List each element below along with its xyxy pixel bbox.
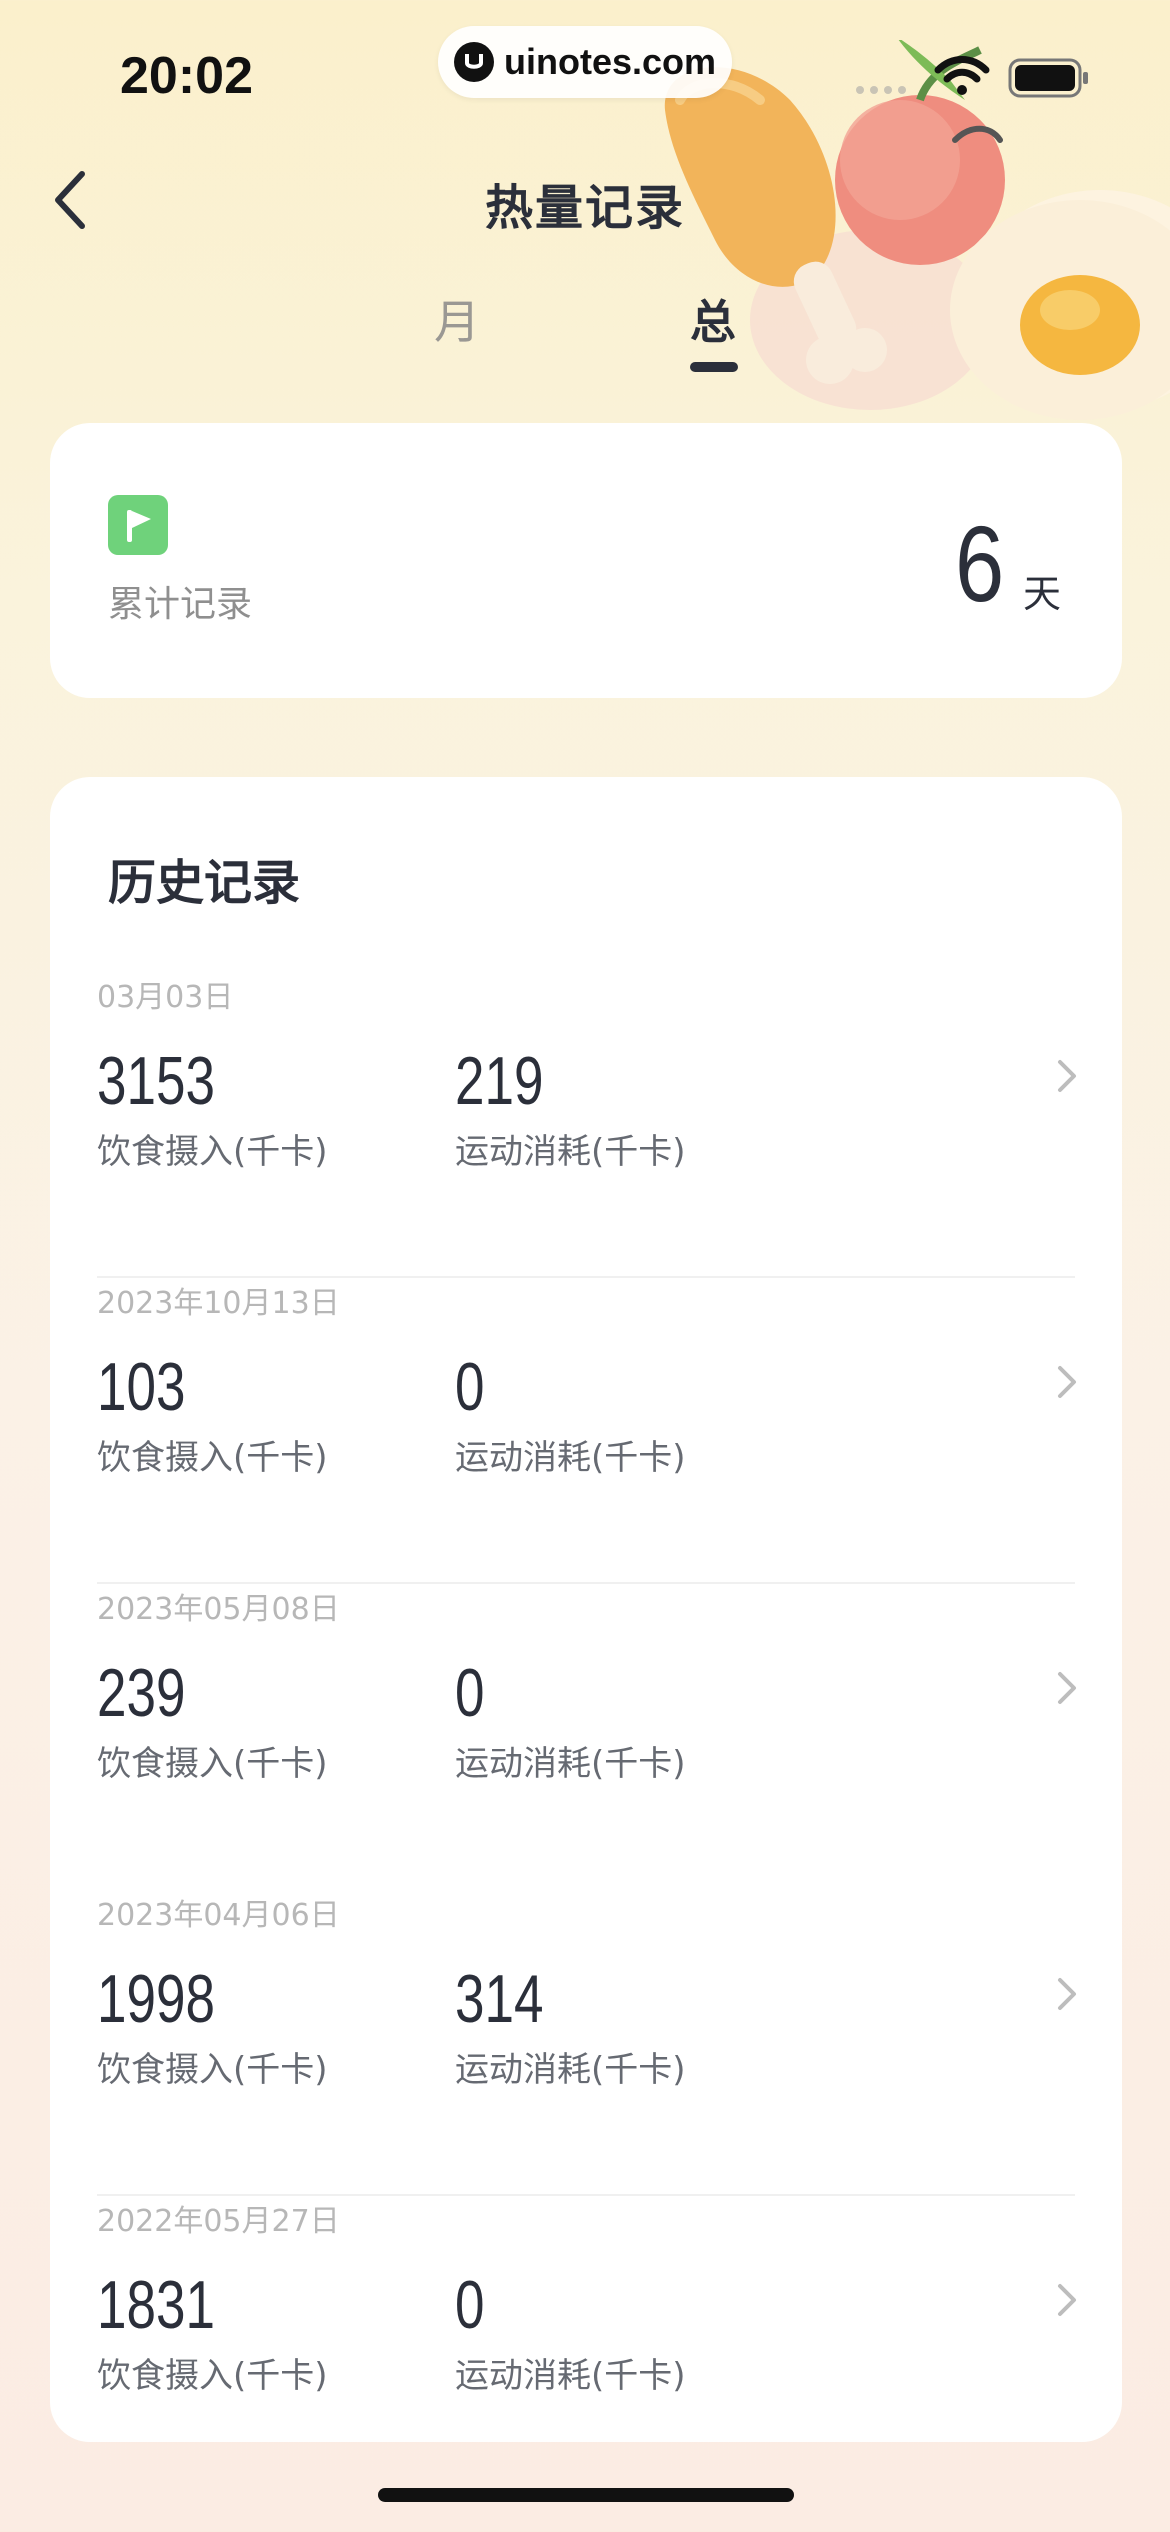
record-date: 2023年04月06日: [97, 1898, 340, 1933]
burn-value: 314: [455, 1961, 544, 2037]
burn-value: 219: [455, 1043, 544, 1119]
cumulative-days-value: 6: [955, 503, 1004, 624]
watermark-pill: uinotes.com: [438, 26, 732, 98]
status-bar: 20:02 uinotes.com: [0, 0, 1170, 140]
page-title: 热量记录: [484, 180, 685, 236]
intake-label: 饮食摄入(千卡): [97, 1132, 328, 1172]
burn-value: 0: [455, 2267, 485, 2343]
burn-value: 0: [455, 1349, 485, 1425]
history-record[interactable]: 2023年10月13日 103 0 饮食摄入(千卡) 运动消耗(千卡): [97, 1278, 1076, 1584]
record-date: 2022年05月27日: [97, 2204, 340, 2239]
history-card: 历史记录 03月03日 3153 219 饮食摄入(千卡) 运动消耗(千卡) 2…: [50, 777, 1122, 2442]
cumulative-record-label: 累计记录: [108, 584, 253, 625]
intake-value: 3153: [97, 1043, 215, 1119]
history-title: 历史记录: [108, 855, 301, 911]
signal-icon: [856, 86, 906, 94]
chevron-right-icon: [1058, 1672, 1076, 1704]
burn-label: 运动消耗(千卡): [455, 1744, 686, 1784]
intake-label: 饮食摄入(千卡): [97, 1438, 328, 1478]
tab-indicator: [690, 362, 738, 372]
chevron-right-icon: [1058, 1366, 1076, 1398]
record-date: 2023年10月13日: [97, 1286, 340, 1321]
watermark-logo-icon: [454, 42, 494, 82]
burn-label: 运动消耗(千卡): [455, 2356, 686, 2396]
history-record[interactable]: 2023年05月08日 239 0 饮食摄入(千卡) 运动消耗(千卡): [97, 1584, 1076, 1890]
home-indicator: [378, 2488, 794, 2502]
chevron-right-icon: [1058, 1978, 1076, 2010]
tab-total[interactable]: 总: [690, 286, 736, 352]
record-date: 2023年05月08日: [97, 1592, 340, 1627]
cumulative-days-unit: 天: [1023, 572, 1062, 616]
intake-value: 1998: [97, 1961, 215, 2037]
burn-value: 0: [455, 1655, 485, 1731]
intake-value: 103: [97, 1349, 186, 1425]
history-record[interactable]: 2022年05月27日 1831 0 饮食摄入(千卡) 运动消耗(千卡): [97, 2196, 1076, 2502]
flag-icon: [108, 495, 168, 555]
intake-label: 饮食摄入(千卡): [97, 2356, 328, 2396]
history-record[interactable]: 2023年04月06日 1998 314 饮食摄入(千卡) 运动消耗(千卡): [97, 1890, 1076, 2196]
battery-icon: [1008, 58, 1088, 98]
record-date: 03月03日: [97, 980, 234, 1015]
chevron-right-icon: [1058, 2284, 1076, 2316]
wifi-icon: [934, 56, 990, 95]
tab-month[interactable]: 月: [434, 286, 480, 352]
burn-label: 运动消耗(千卡): [455, 2050, 686, 2090]
watermark-text: uinotes.com: [504, 41, 717, 82]
burn-label: 运动消耗(千卡): [455, 1438, 686, 1478]
history-record[interactable]: 03月03日 3153 219 饮食摄入(千卡) 运动消耗(千卡): [97, 972, 1076, 1278]
chevron-right-icon: [1058, 1060, 1076, 1092]
status-time: 20:02: [120, 47, 253, 105]
intake-value: 1831: [97, 2267, 215, 2343]
intake-label: 饮食摄入(千卡): [97, 1744, 328, 1784]
burn-label: 运动消耗(千卡): [455, 1132, 686, 1172]
intake-label: 饮食摄入(千卡): [97, 2050, 328, 2090]
intake-value: 239: [97, 1655, 186, 1731]
cumulative-record-card: 累计记录 6 天: [50, 423, 1122, 698]
